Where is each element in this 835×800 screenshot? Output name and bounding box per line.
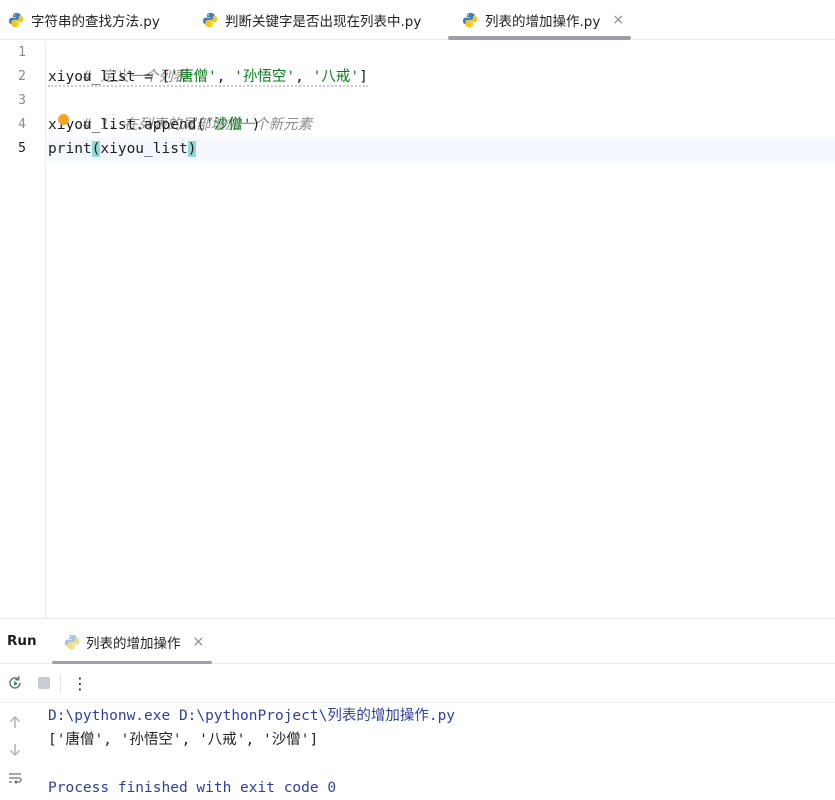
- console-command-line: D:\pythonw.exe D:\pythonProject\列表的增加操作.…: [48, 708, 456, 724]
- code-line-4: xiyou_list.append('沙僧'): [48, 113, 260, 137]
- code-text-underlined: xiyou_list = ['唐僧', '孙悟空', '八戒']: [48, 69, 368, 87]
- run-panel-header: Run 列表的增加操作 ×: [0, 619, 835, 664]
- code-text: xiyou_list = [: [48, 69, 171, 85]
- tab-label: 判断关键字是否出现在列表中.py: [225, 14, 422, 30]
- arrow-up-icon[interactable]: [6, 713, 24, 731]
- line-number: 4: [18, 117, 26, 132]
- python-file-icon: [463, 13, 477, 27]
- run-tool-window: Run 列表的增加操作 × ⋮ D:\pythonw.exe D:\python…: [0, 618, 835, 800]
- console-side-toolbar: [0, 703, 30, 800]
- code-text: print: [48, 141, 92, 157]
- line-number: 2: [18, 69, 26, 84]
- line-number-gutter: 1 2 3 4 5: [0, 41, 46, 618]
- intention-bulb-icon[interactable]: [58, 114, 69, 125]
- string-literal: '八戒': [312, 69, 360, 85]
- code-text: ,: [216, 69, 235, 85]
- code-line-5: print(xiyou_list): [48, 137, 197, 161]
- editor-tab-bar: 字符串的查找方法.py 判断关键字是否出现在列表中.py 列表的增加操作.py …: [0, 0, 835, 40]
- run-tab-label: 列表的增加操作: [86, 635, 181, 652]
- toolbar-divider: [60, 674, 61, 692]
- run-panel-title: Run: [7, 633, 37, 649]
- console-output-line: ['唐僧', '孙悟空', '八戒', '沙僧']: [48, 732, 319, 748]
- code-text: ]: [359, 69, 368, 85]
- code-editor[interactable]: 1 2 3 4 5 # 定义一个列表 xiyou_list = ['唐僧', '…: [0, 41, 835, 618]
- code-line-3: # 1、在列表的尾部增加一个新元素: [48, 89, 312, 133]
- close-icon[interactable]: ×: [193, 634, 205, 650]
- python-file-icon: [65, 634, 79, 649]
- string-literal: '孙悟空': [234, 69, 296, 85]
- code-text: xiyou_list: [100, 141, 188, 157]
- more-options-icon[interactable]: ⋮: [70, 673, 90, 693]
- run-toolbar: ⋮: [0, 664, 835, 703]
- arrow-down-icon[interactable]: [6, 741, 24, 759]
- line-number: 3: [18, 93, 26, 108]
- code-text: ): [251, 117, 261, 133]
- soft-wrap-icon[interactable]: [6, 769, 24, 787]
- close-icon[interactable]: ×: [612, 13, 624, 27]
- active-tab-indicator: [448, 36, 631, 40]
- code-text: ,: [295, 69, 313, 85]
- tab-label: 列表的增加操作.py: [485, 14, 601, 30]
- tab-string-find-methods[interactable]: 字符串的查找方法.py: [8, 0, 160, 40]
- tab-label: 字符串的查找方法.py: [31, 14, 160, 30]
- python-file-icon: [203, 13, 217, 27]
- line-number: 1: [18, 45, 26, 60]
- console-exit-message: Process finished with exit code 0: [48, 780, 337, 796]
- line-number-current: 5: [18, 141, 26, 156]
- code-line-1: # 定义一个列表: [48, 41, 187, 85]
- rerun-icon[interactable]: [5, 673, 25, 693]
- matched-bracket: ): [187, 141, 197, 157]
- tab-list-append-active[interactable]: 列表的增加操作.py ×: [462, 0, 624, 40]
- string-literal: '唐僧': [170, 69, 217, 85]
- code-text: xiyou_list.append(: [48, 117, 206, 133]
- tab-keyword-in-list[interactable]: 判断关键字是否出现在列表中.py: [202, 0, 421, 40]
- stop-icon[interactable]: [34, 673, 54, 693]
- python-file-icon: [9, 13, 23, 27]
- string-literal: '沙僧': [205, 117, 252, 133]
- code-line-2: xiyou_list = ['唐僧', '孙悟空', '八戒']: [48, 65, 368, 89]
- run-config-tab[interactable]: 列表的增加操作 ×: [64, 619, 204, 664]
